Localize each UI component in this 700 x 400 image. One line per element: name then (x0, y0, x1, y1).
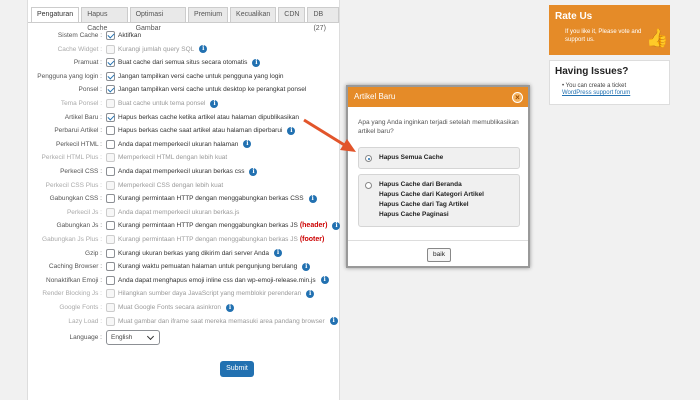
pointer-arrow-icon (303, 118, 356, 152)
